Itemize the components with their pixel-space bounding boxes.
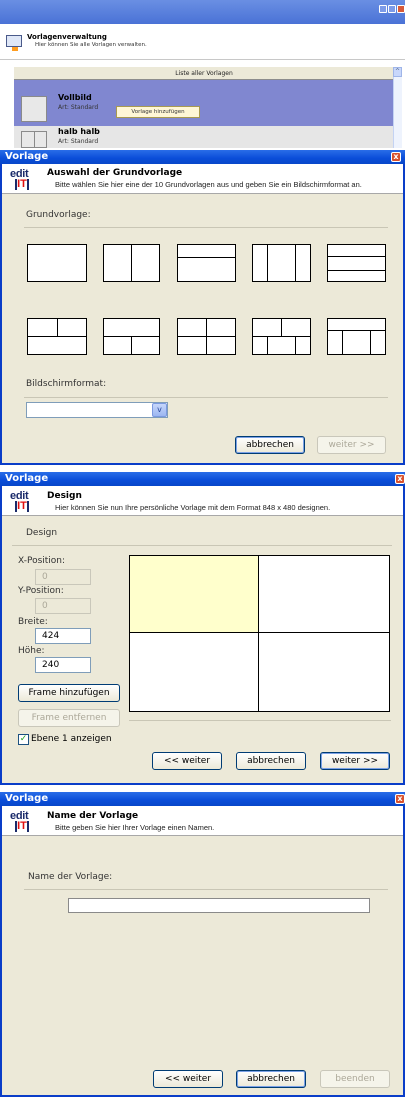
dialog-heading: Design	[47, 491, 82, 501]
manager-subtitle: Hier können Sie alle Vorlagen verwalten.	[35, 42, 147, 48]
x-position-label: X-Position:	[18, 556, 66, 566]
layout-option-2[interactable]	[103, 244, 160, 282]
next-button[interactable]: weiter >>	[320, 752, 390, 770]
close-icon[interactable]: x	[395, 474, 405, 484]
layer-checkbox-label: Ebene 1 anzeigen	[31, 734, 112, 744]
divider	[129, 720, 391, 721]
layout-option-9[interactable]	[252, 318, 311, 355]
frame-bottom-left[interactable]	[130, 633, 259, 711]
dialog-subtitle: Bitte wählen Sie hier eine der 10 Grundv…	[55, 180, 362, 189]
divider	[24, 889, 388, 890]
height-input[interactable]: 240	[35, 657, 91, 673]
next-button[interactable]: weiter >>	[317, 436, 386, 454]
finish-button[interactable]: beenden	[320, 1070, 390, 1088]
list-item-vollbild[interactable]	[14, 80, 393, 126]
remove-frame-button[interactable]: Frame entfernen	[18, 709, 120, 727]
close-icon[interactable]: x	[395, 794, 405, 804]
cancel-button[interactable]: abbrechen	[235, 436, 305, 454]
screen-format-label: Bildschirmformat:	[26, 379, 107, 389]
scroll-up-arrow-icon[interactable]: ^	[393, 67, 402, 77]
template-list-header: Liste aller Vorlagen	[14, 67, 394, 80]
dialog-subtitle: Bitte geben Sie hier Ihrer Vorlage einen…	[55, 823, 215, 832]
manager-title: Vorlagenverwaltung	[27, 33, 107, 41]
base-template-label: Grundvorlage:	[26, 210, 91, 220]
template-thumbnail	[21, 96, 47, 122]
x-position-input[interactable]: 0	[35, 569, 91, 585]
back-button[interactable]: << weiter	[153, 1070, 223, 1088]
template-manager-panel: Vorlagenverwaltung Hier können Sie alle …	[0, 0, 405, 148]
minimize-button[interactable]	[379, 5, 387, 13]
cancel-button[interactable]: abbrechen	[236, 752, 306, 770]
layout-option-4[interactable]	[252, 244, 311, 282]
layer-checkbox[interactable]: ✓	[18, 734, 29, 745]
template-name-dialog: Vorlage x edit IT Name der Vorlage Bitte …	[0, 792, 405, 1097]
back-button[interactable]: << weiter	[152, 752, 222, 770]
design-section-label: Design	[26, 528, 58, 538]
list-scrollbar[interactable]	[393, 67, 402, 148]
height-label: Höhe:	[18, 646, 45, 656]
screen-format-select[interactable]	[26, 402, 168, 418]
monitor-icon	[6, 35, 22, 51]
y-position-label: Y-Position:	[18, 586, 64, 596]
dialog-subtitle: Hier können Sie nun Ihre persönliche Vor…	[55, 503, 331, 512]
width-label: Breite:	[18, 617, 48, 627]
layout-option-10[interactable]	[327, 318, 386, 355]
layout-option-7[interactable]	[103, 318, 160, 355]
close-button[interactable]	[397, 5, 405, 13]
template-type: Art: Standard	[58, 104, 99, 111]
layout-option-3[interactable]	[177, 244, 236, 282]
manager-titlebar	[0, 0, 405, 24]
close-icon[interactable]: x	[391, 152, 401, 162]
dialog-titlebar: Vorlage	[0, 150, 405, 164]
layout-option-6[interactable]	[27, 318, 87, 355]
chevron-down-icon[interactable]: v	[152, 403, 167, 417]
layout-option-1[interactable]	[27, 244, 87, 282]
template-type: Art: Standard	[58, 138, 99, 145]
divider	[24, 397, 388, 398]
dialog-titlebar: Vorlage	[0, 472, 405, 486]
dialog-titlebar: Vorlage	[0, 792, 405, 806]
thumbnail-divider	[34, 131, 35, 148]
maximize-button[interactable]	[388, 5, 396, 13]
editit-logo: edit IT	[10, 810, 29, 832]
y-position-input[interactable]: 0	[35, 598, 91, 614]
frame-top-left-selected[interactable]	[130, 556, 259, 633]
dialog-heading: Auswahl der Grundvorlage	[47, 168, 183, 178]
divider	[24, 227, 388, 228]
template-name: halb halb	[58, 127, 100, 136]
add-template-button[interactable]: Vorlage hinzufügen	[116, 106, 200, 118]
base-template-dialog: Vorlage x edit IT Auswahl der Grundvorlag…	[0, 150, 405, 465]
layout-option-8[interactable]	[177, 318, 236, 355]
template-name: Vollbild	[58, 93, 92, 102]
editit-logo: edit IT	[10, 490, 29, 512]
divider	[12, 545, 392, 546]
design-dialog: Vorlage x edit IT Design Hier können Sie …	[0, 472, 405, 785]
template-name-label: Name der Vorlage:	[28, 872, 113, 882]
template-name-input[interactable]	[68, 898, 370, 913]
frame-top-right[interactable]	[259, 556, 389, 633]
add-frame-button[interactable]: Frame hinzufügen	[18, 684, 120, 702]
frame-bottom-right[interactable]	[259, 633, 389, 711]
cancel-button[interactable]: abbrechen	[236, 1070, 306, 1088]
dialog-heading: Name der Vorlage	[47, 811, 139, 821]
layout-option-5[interactable]	[327, 244, 386, 282]
design-canvas[interactable]	[129, 555, 390, 712]
width-input[interactable]: 424	[35, 628, 91, 644]
editit-logo: edit IT	[10, 168, 29, 190]
